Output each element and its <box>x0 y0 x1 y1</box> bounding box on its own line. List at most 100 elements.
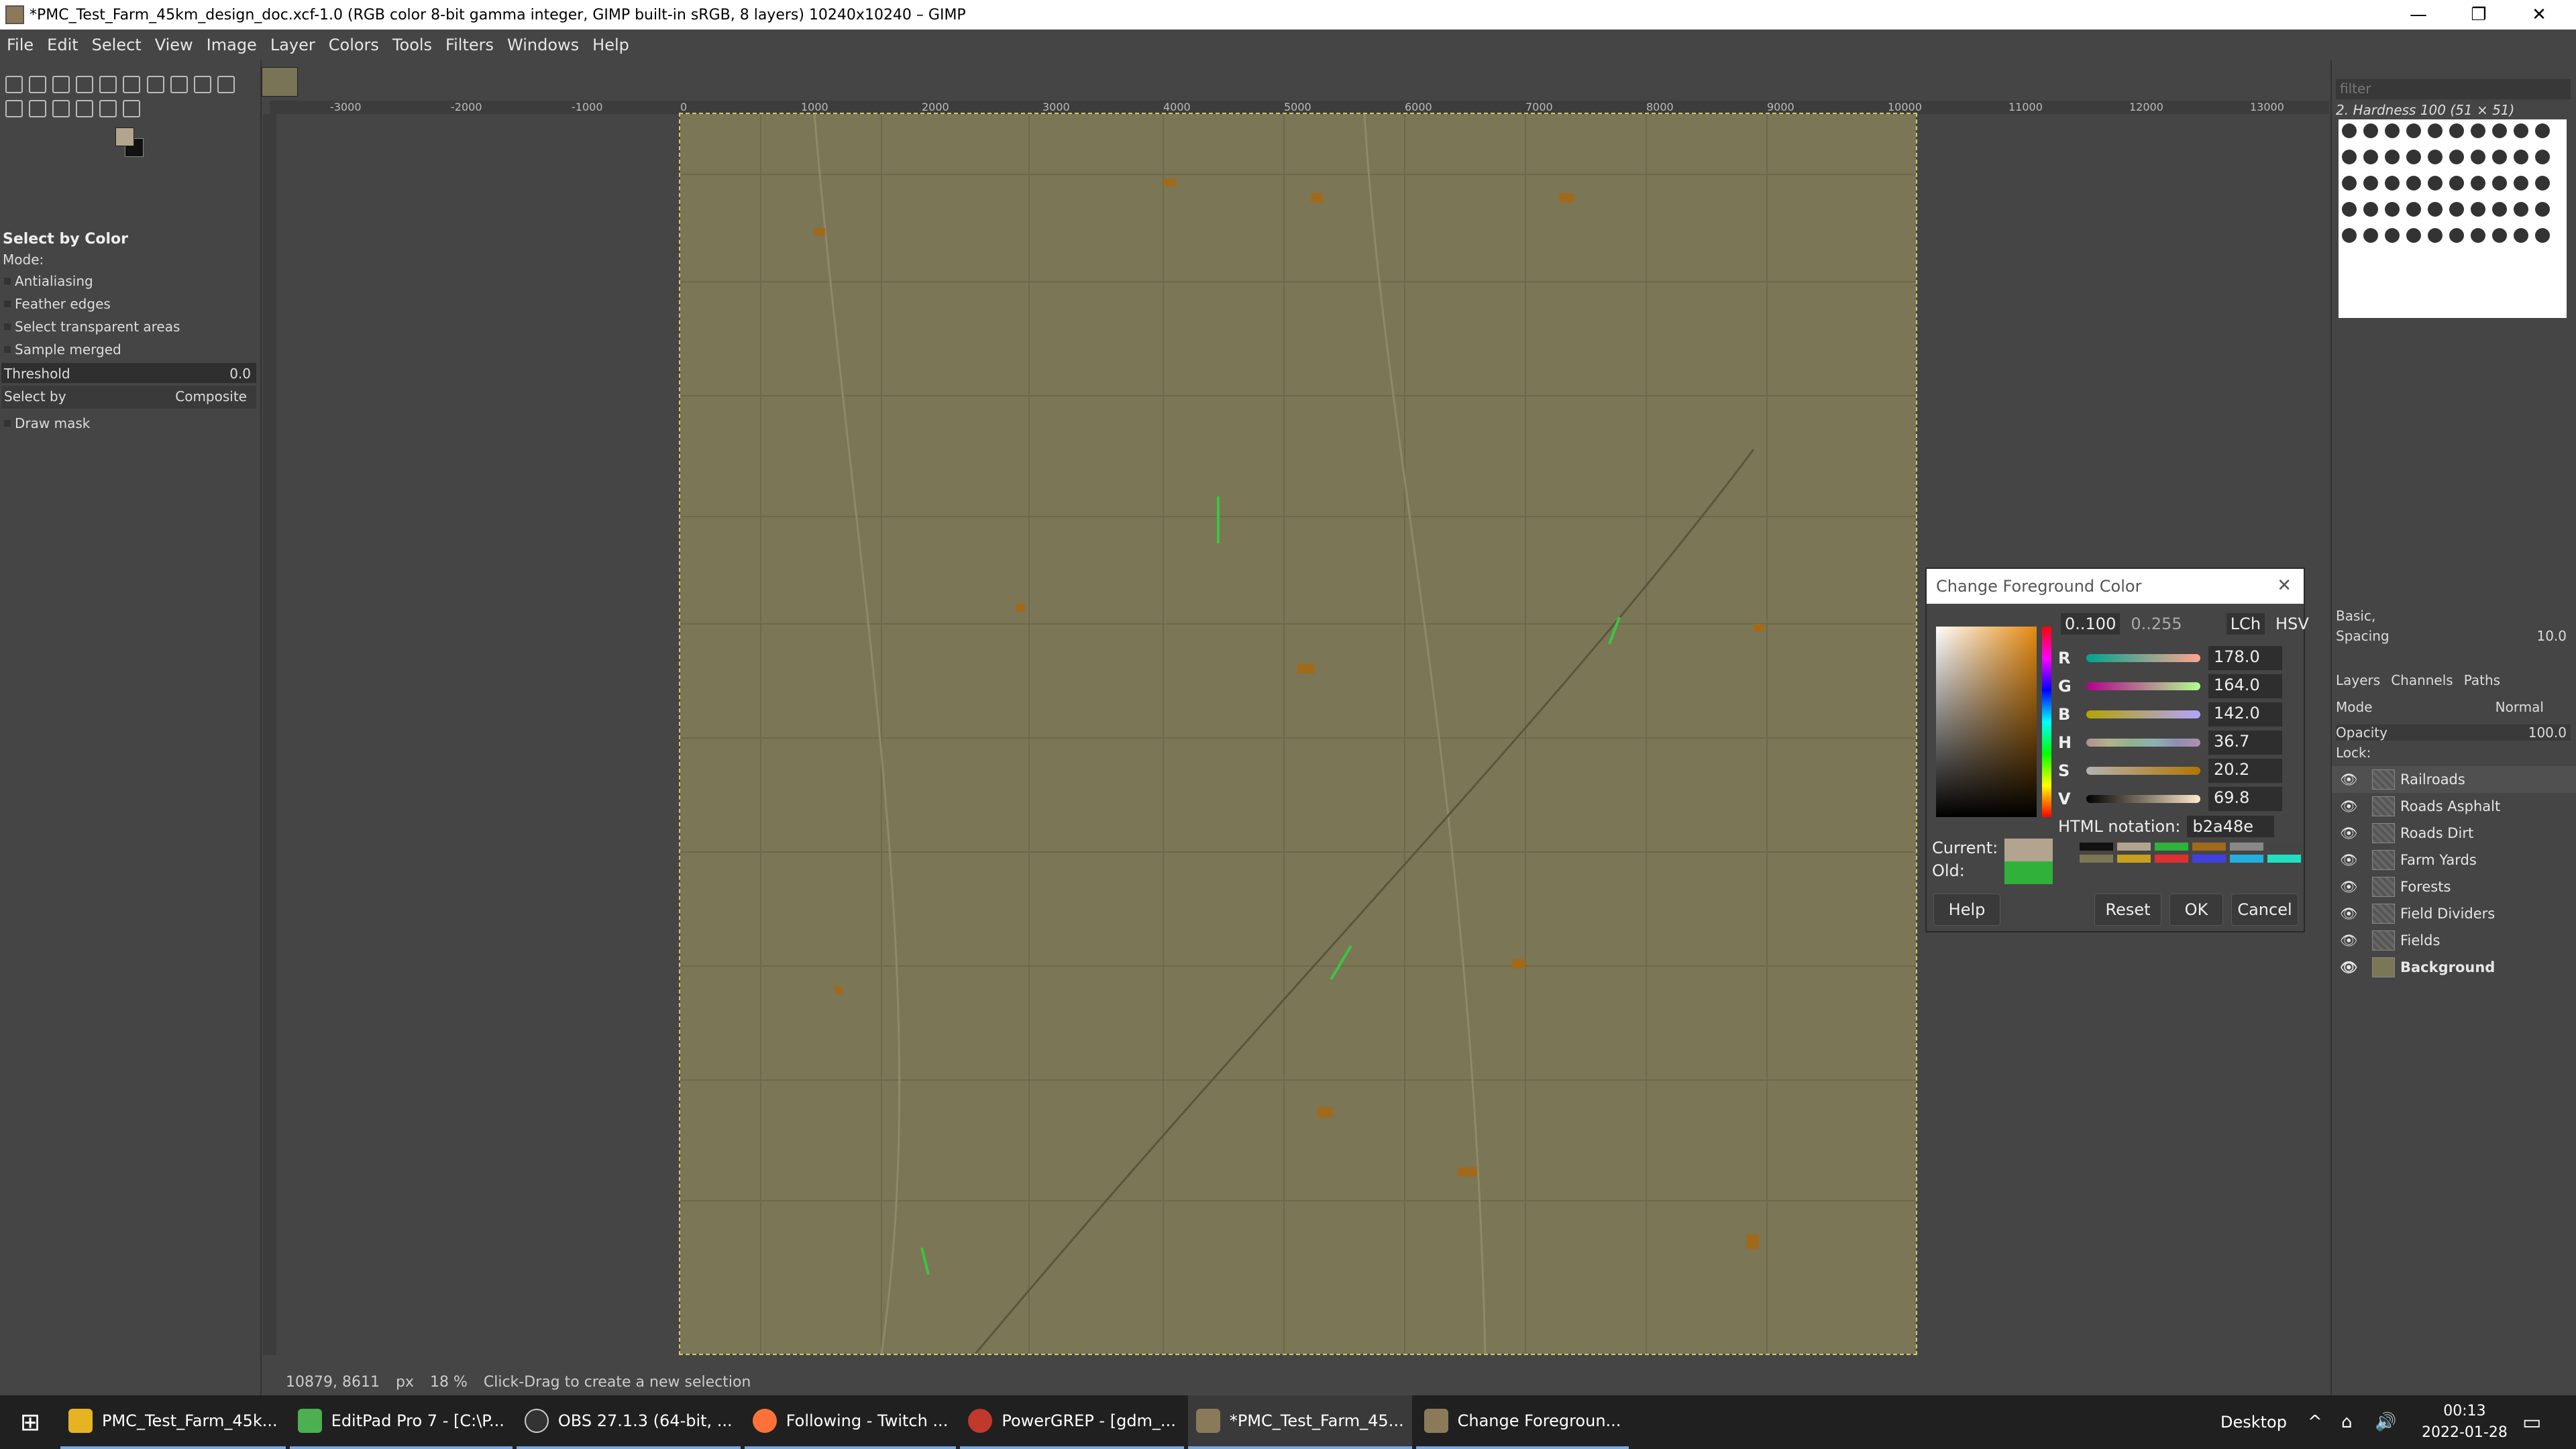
network-icon[interactable]: ⌂ <box>2341 1412 2353 1432</box>
warp-tool-icon[interactable] <box>146 76 164 93</box>
eye-icon[interactable]: 👁 <box>2340 959 2358 976</box>
saturation-value[interactable]: 20.2 <box>2208 759 2282 783</box>
close-window-button[interactable]: ✕ <box>2509 0 2569 30</box>
crop-tool-icon[interactable] <box>99 76 117 93</box>
history-swatch[interactable] <box>2267 843 2301 851</box>
rect-select-tool-icon[interactable] <box>29 76 47 93</box>
notification-icon[interactable]: ▭ <box>2522 1411 2541 1434</box>
layer-row[interactable]: 👁 Roads Dirt <box>2332 820 2576 847</box>
taskbar-item[interactable]: OBS 27.1.3 (64-bit, ... <box>516 1395 741 1449</box>
windows-start-icon[interactable]: ⊞ <box>0 1409 60 1436</box>
threshold-slider[interactable]: Threshold 0.0 <box>1 363 256 383</box>
range-255-button[interactable]: 0..255 <box>2127 613 2186 635</box>
layer-mode-row[interactable]: Mode Normal <box>2336 699 2571 715</box>
menu-layer[interactable]: Layer <box>264 36 322 54</box>
saturation-slider[interactable] <box>2086 767 2200 775</box>
saturation-value-picker[interactable] <box>1936 627 2037 817</box>
brush-grid[interactable] <box>2339 119 2567 318</box>
brush-filter-input[interactable]: filter <box>2336 79 2571 99</box>
bucket-fill-tool-icon[interactable] <box>170 76 188 93</box>
hue-channel-row[interactable]: H 36.7 <box>2058 729 2300 757</box>
desktop-toolbar[interactable]: Desktop <box>2220 1413 2287 1432</box>
eye-icon[interactable]: 👁 <box>2340 906 2358 922</box>
spacing-slider[interactable]: Spacing 10.0 <box>2336 628 2571 644</box>
history-swatch[interactable] <box>2117 843 2151 851</box>
dialog-close-icon[interactable]: ✕ <box>2277 576 2292 596</box>
menu-help[interactable]: Help <box>586 36 636 54</box>
volume-icon[interactable]: 🔊 <box>2375 1412 2396 1432</box>
blue-slider[interactable] <box>2086 710 2200 718</box>
eye-icon[interactable]: 👁 <box>2340 798 2358 815</box>
fg-bg-colors[interactable] <box>115 127 146 158</box>
history-swatch[interactable] <box>2230 855 2263 863</box>
move-tool-icon[interactable] <box>5 76 23 93</box>
tab-layers[interactable]: Layers <box>2336 672 2380 688</box>
zoom-dropdown[interactable]: 18 % <box>430 1374 468 1391</box>
history-swatch[interactable] <box>2080 843 2113 851</box>
history-swatch[interactable] <box>2192 855 2226 863</box>
cancel-button[interactable]: Cancel <box>2231 894 2298 926</box>
hue-channel-slider[interactable] <box>2086 739 2200 747</box>
select-transparent-checkbox[interactable]: Select transparent areas <box>0 315 258 337</box>
history-swatch[interactable] <box>2155 855 2188 863</box>
smudge-tool-icon[interactable] <box>29 100 47 117</box>
layer-row[interactable]: 👁 Roads Asphalt <box>2332 793 2576 820</box>
taskbar-item[interactable]: PMC_Test_Farm_45k... <box>60 1395 286 1449</box>
color-picker-tool-icon[interactable] <box>99 100 117 117</box>
layer-row[interactable]: 👁 Fields <box>2332 927 2576 954</box>
clock[interactable]: 00:13 2022-01-28 <box>2422 1401 2508 1444</box>
layer-row[interactable]: 👁 Forests <box>2332 873 2576 900</box>
menu-filters[interactable]: Filters <box>439 36 500 54</box>
menu-colors[interactable]: Colors <box>322 36 386 54</box>
value-value[interactable]: 69.8 <box>2208 787 2282 811</box>
history-swatch[interactable] <box>2230 843 2263 851</box>
green-channel-row[interactable]: G 164.0 <box>2058 672 2300 700</box>
text-tool-icon[interactable] <box>76 100 94 117</box>
brush-preset[interactable]: Basic, <box>2336 608 2375 624</box>
blue-channel-row[interactable]: B 142.0 <box>2058 700 2300 729</box>
green-slider[interactable] <box>2086 682 2200 690</box>
paths-tool-icon[interactable] <box>52 100 70 117</box>
sample-merged-checkbox[interactable]: Sample merged <box>0 337 258 360</box>
menu-image[interactable]: Image <box>200 36 264 54</box>
select-by-dropdown[interactable]: Select by Composite <box>1 386 256 409</box>
stamp-tool-icon[interactable] <box>5 100 23 117</box>
lch-button[interactable]: LCh <box>2226 613 2265 635</box>
ok-button[interactable]: OK <box>2169 894 2223 926</box>
value-slider[interactable] <box>2086 795 2200 803</box>
transform-tool-icon[interactable] <box>123 76 141 93</box>
history-swatch[interactable] <box>2192 843 2226 851</box>
minimize-button[interactable]: — <box>2388 0 2449 30</box>
eraser-tool-icon[interactable] <box>217 76 235 93</box>
tray-chevron-icon[interactable]: ^ <box>2308 1412 2322 1432</box>
antialiasing-checkbox[interactable]: Antialiasing <box>0 269 258 292</box>
html-notation-input[interactable]: b2a48e <box>2187 816 2275 837</box>
paintbrush-tool-icon[interactable] <box>193 76 211 93</box>
layer-row[interactable]: 👁 Field Dividers <box>2332 900 2576 927</box>
history-swatch[interactable] <box>2117 855 2151 863</box>
saturation-channel-row[interactable]: S 20.2 <box>2058 757 2300 785</box>
help-button[interactable]: Help <box>1933 894 2000 926</box>
menu-windows[interactable]: Windows <box>500 36 586 54</box>
layer-row[interactable]: 👁 Railroads <box>2332 766 2576 793</box>
value-channel-row[interactable]: V 69.8 <box>2058 785 2300 813</box>
taskbar-item[interactable]: Following - Twitch ... <box>744 1395 957 1449</box>
red-channel-row[interactable]: R 178.0 <box>2058 644 2300 672</box>
hue-slider[interactable] <box>2042 627 2051 817</box>
tab-paths[interactable]: Paths <box>2464 672 2500 688</box>
hue-value[interactable]: 36.7 <box>2208 731 2282 755</box>
image-tab-thumbnail[interactable] <box>262 67 298 97</box>
taskbar-item[interactable]: *PMC_Test_Farm_45... <box>1187 1395 1412 1449</box>
reset-button[interactable]: Reset <box>2094 894 2161 926</box>
free-select-tool-icon[interactable] <box>52 76 70 93</box>
red-value[interactable]: 178.0 <box>2208 646 2282 670</box>
layer-row[interactable]: 👁 Farm Yards <box>2332 847 2576 873</box>
unit-dropdown[interactable]: px <box>396 1374 414 1391</box>
menu-file[interactable]: File <box>0 36 40 54</box>
history-swatch[interactable] <box>2155 843 2188 851</box>
fuzzy-select-tool-icon[interactable] <box>76 76 94 93</box>
blue-value[interactable]: 142.0 <box>2208 702 2282 727</box>
eye-icon[interactable]: 👁 <box>2340 879 2358 896</box>
history-swatch[interactable] <box>2080 855 2113 863</box>
tab-channels[interactable]: Channels <box>2391 672 2453 688</box>
